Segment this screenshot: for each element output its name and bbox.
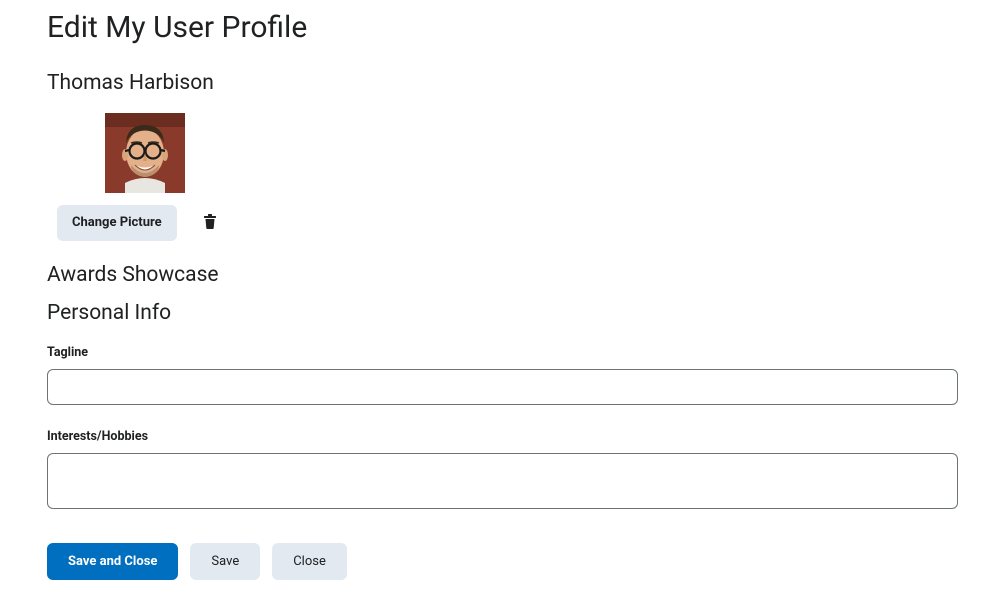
- change-picture-button[interactable]: Change Picture: [57, 205, 177, 241]
- delete-picture-button[interactable]: [199, 209, 221, 236]
- save-and-close-button[interactable]: Save and Close: [47, 543, 178, 581]
- picture-actions: Change Picture: [57, 205, 958, 241]
- save-button[interactable]: Save: [190, 543, 260, 581]
- user-name-heading: Thomas Harbison: [47, 71, 958, 95]
- footer-actions: Save and Close Save Close: [47, 543, 958, 581]
- trash-icon: [203, 213, 217, 232]
- awards-showcase-heading: Awards Showcase: [47, 263, 958, 287]
- interests-label: Interests/Hobbies: [47, 429, 958, 444]
- personal-info-heading: Personal Info: [47, 301, 958, 325]
- tagline-input[interactable]: [47, 369, 958, 405]
- page-title: Edit My User Profile: [47, 10, 958, 45]
- interests-input[interactable]: [47, 453, 958, 509]
- interests-field-group: Interests/Hobbies: [47, 429, 958, 513]
- close-button[interactable]: Close: [272, 543, 347, 581]
- tagline-label: Tagline: [47, 345, 958, 360]
- avatar: [105, 113, 185, 193]
- tagline-field-group: Tagline: [47, 345, 958, 405]
- avatar-wrapper: [105, 113, 958, 193]
